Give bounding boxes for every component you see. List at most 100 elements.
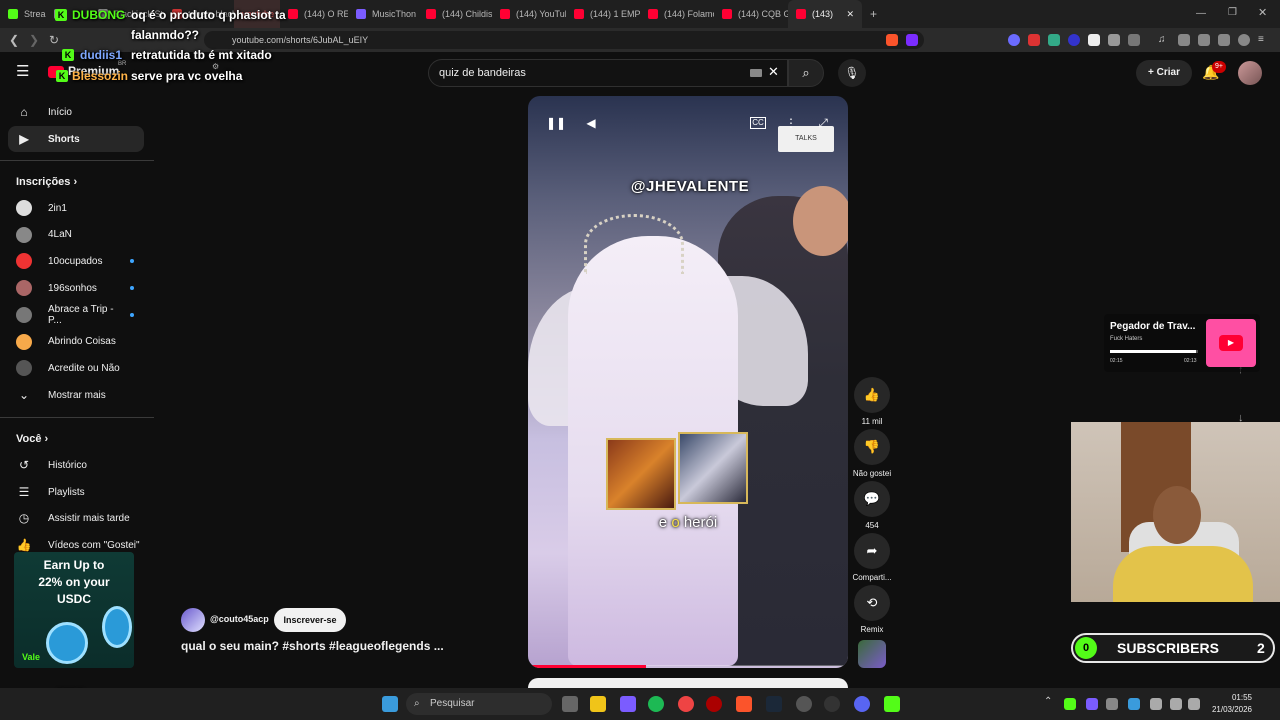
- browser-tab[interactable]: (144) YouTube: [492, 0, 566, 28]
- browser-tab[interactable]: MusicThon: [348, 0, 418, 28]
- sidebar-channel-item[interactable]: 10ocupados: [8, 248, 144, 274]
- close-tab-icon[interactable]: ✕: [846, 9, 854, 20]
- thumbs-down-icon[interactable]: 👎: [854, 429, 890, 465]
- minimize-window-icon[interactable]: —: [1196, 8, 1208, 19]
- fullscreen-icon[interactable]: ⤢: [814, 114, 832, 132]
- sidebar-item-playlists[interactable]: ☰ Playlists: [8, 479, 144, 505]
- clock-date[interactable]: 21/03/2026: [1206, 705, 1252, 714]
- comment-icon[interactable]: 💬: [854, 481, 890, 517]
- leo-ai-icon[interactable]: [1218, 34, 1230, 46]
- shorts-video-player[interactable]: TALKS @JHEVALENTE e o herói ❚❚ ◀ CC ⋮ ⤢: [528, 96, 848, 668]
- browser-tab[interactable]: (143) ✕: [788, 0, 862, 28]
- sidebar-channel-item[interactable]: 2in1: [8, 195, 144, 221]
- chrome-icon[interactable]: [678, 696, 694, 712]
- extension-icon[interactable]: [1028, 34, 1040, 46]
- network-icon[interactable]: [1170, 698, 1182, 710]
- next-short-preview[interactable]: [528, 678, 848, 688]
- share-icon[interactable]: ➦: [854, 533, 890, 569]
- show-more-button[interactable]: ⌄ Mostrar mais: [8, 382, 144, 408]
- browser-tab[interactable]: (144) CQB GU: [714, 0, 788, 28]
- channel-name[interactable]: @couto45acp: [210, 614, 269, 624]
- new-tab-button[interactable]: +: [870, 7, 877, 21]
- sidebar-channel-item[interactable]: Acredite ou Não: [8, 355, 144, 381]
- sidebar-channel-item[interactable]: 196sonhos: [8, 275, 144, 301]
- clock-time[interactable]: 01:55: [1220, 693, 1252, 702]
- more-options-icon[interactable]: ⋮: [782, 114, 800, 132]
- spotify-icon[interactable]: [648, 696, 664, 712]
- mic-tray-icon[interactable]: [1150, 698, 1162, 710]
- subscribe-button[interactable]: Inscrever-se: [274, 608, 346, 632]
- close-window-icon[interactable]: ✕: [1258, 6, 1270, 19]
- like-action[interactable]: 👍 11 mil: [852, 377, 892, 426]
- sound-thumbnail[interactable]: [858, 640, 886, 668]
- app-icon[interactable]: [620, 696, 636, 712]
- browser-tab[interactable]: (144) O REGIS: [280, 0, 348, 28]
- subscriptions-header[interactable]: Inscrições ›: [16, 176, 77, 188]
- create-button[interactable]: + Criar: [1136, 60, 1192, 86]
- sidebar-item-history[interactable]: ↺ Histórico: [8, 452, 144, 478]
- taskbar-search[interactable]: Pesquisar: [406, 693, 552, 715]
- account-avatar[interactable]: [1238, 61, 1262, 85]
- menu-icon[interactable]: ≡: [1258, 34, 1270, 46]
- search-input[interactable]: quiz de bandeiras: [428, 59, 788, 87]
- video-progress-bar[interactable]: [528, 665, 848, 668]
- vpn-icon[interactable]: [1238, 34, 1250, 46]
- sidebar-item-home[interactable]: ⌂ Início: [8, 99, 144, 125]
- pause-icon[interactable]: ❚❚: [546, 114, 566, 132]
- tray-icon[interactable]: [1106, 698, 1118, 710]
- file-explorer-icon[interactable]: [590, 696, 606, 712]
- forward-icon[interactable]: ❯: [26, 32, 42, 48]
- clear-search-icon[interactable]: ✕: [768, 64, 779, 80]
- back-icon[interactable]: ❮: [6, 32, 22, 48]
- extension-icon[interactable]: [1088, 34, 1100, 46]
- video-title[interactable]: qual o seu main? #shorts #leagueoflegend…: [181, 639, 444, 653]
- keyboard-icon[interactable]: [750, 69, 762, 77]
- sidebar-channel-item[interactable]: Abrace a Trip - P...: [8, 302, 144, 328]
- media-control-icon[interactable]: ♫: [1158, 34, 1170, 46]
- sidebar-channel-item[interactable]: 4LaN: [8, 222, 144, 248]
- channel-avatar[interactable]: [181, 608, 205, 632]
- discord-icon[interactable]: [854, 696, 870, 712]
- remix-action[interactable]: ⟲ Remix: [852, 585, 892, 634]
- brave-shield-icon[interactable]: [886, 34, 898, 46]
- app-icon[interactable]: [796, 696, 812, 712]
- sidebar-item-watch-later[interactable]: ◷ Assistir mais tarde: [8, 505, 144, 531]
- hamburger-menu-icon[interactable]: ☰: [16, 64, 32, 80]
- extension-icon[interactable]: [1068, 34, 1080, 46]
- windows-start-icon[interactable]: [382, 696, 398, 712]
- opera-icon[interactable]: [706, 696, 722, 712]
- thumbs-up-icon[interactable]: 👍: [854, 377, 890, 413]
- app-icon[interactable]: [824, 696, 840, 712]
- extensions-puzzle-icon[interactable]: [1108, 34, 1120, 46]
- url-field[interactable]: youtube.com/shorts/6JubAL_uEIY: [204, 31, 924, 49]
- browser-tab[interactable]: (144) Childish: [418, 0, 492, 28]
- screenshot-icon[interactable]: [1128, 34, 1140, 46]
- search-button[interactable]: ⌕: [788, 59, 824, 87]
- share-action[interactable]: ➦ Comparti...: [852, 533, 892, 582]
- sidebar-channel-item[interactable]: Abrindo Coisas: [8, 329, 144, 355]
- steam-icon[interactable]: [766, 696, 782, 712]
- tray-icon[interactable]: [1064, 698, 1076, 710]
- sidebar-item-shorts[interactable]: ▶ Shorts: [8, 126, 144, 152]
- captions-icon[interactable]: CC: [750, 117, 766, 129]
- maximize-window-icon[interactable]: ❐: [1228, 7, 1240, 18]
- dislike-action[interactable]: 👎 Não gostei: [852, 429, 892, 478]
- browser-tab[interactable]: Stream: [0, 0, 46, 28]
- bluetooth-icon[interactable]: [1128, 698, 1140, 710]
- comments-action[interactable]: 💬 454: [852, 481, 892, 530]
- you-header[interactable]: Você ›: [16, 433, 48, 445]
- browser-tab[interactable]: (144) Folamo: [640, 0, 714, 28]
- browser-tab[interactable]: (144) 1 EMPR: [566, 0, 640, 28]
- brave-icon[interactable]: [736, 696, 752, 712]
- remix-icon[interactable]: ⟲: [854, 585, 890, 621]
- sidebar-toggle-icon[interactable]: [1178, 34, 1190, 46]
- reload-icon[interactable]: ↻: [46, 32, 62, 48]
- volume-icon[interactable]: [1188, 698, 1200, 710]
- tray-icon[interactable]: [1086, 698, 1098, 710]
- extension-icon[interactable]: [1008, 34, 1020, 46]
- voice-search-button[interactable]: 🎙: [838, 59, 866, 87]
- tray-chevron-icon[interactable]: ⌃: [1044, 696, 1052, 707]
- volume-icon[interactable]: ◀: [582, 114, 600, 132]
- extension-icon[interactable]: [1048, 34, 1060, 46]
- wallet-icon[interactable]: [1198, 34, 1210, 46]
